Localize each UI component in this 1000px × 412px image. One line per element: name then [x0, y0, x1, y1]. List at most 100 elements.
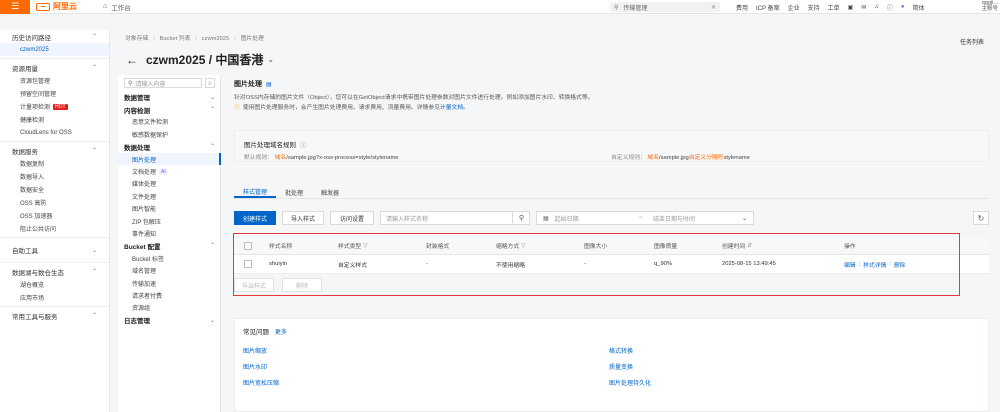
import-style-button[interactable]: 导入样式 — [282, 211, 324, 225]
nav-group-common-tools[interactable]: 常用工具与服务 ⌃ — [0, 309, 109, 322]
nav-item-replication[interactable]: 数据复制 — [0, 157, 109, 170]
chevron-up-icon: ⌃ — [209, 107, 215, 114]
faq-link-compress[interactable]: 图片宽松压缩 — [243, 378, 279, 387]
tab-style-mgmt[interactable]: 样式管理 — [234, 186, 277, 198]
default-rule: 默认规则： 域名/sample.jpg?x-oss-process=style/… — [244, 155, 399, 161]
subnav-group-data-mgmt[interactable]: 数据管理 ⌄ — [118, 91, 221, 103]
subnav-item-event[interactable]: 事件通知 — [118, 227, 221, 239]
access-settings-button[interactable]: 访问设置 — [330, 211, 374, 225]
subnav-item-resource-group[interactable]: 资源组 — [118, 302, 221, 314]
nav-item-reserved-space[interactable]: 预留空间管理 — [0, 87, 109, 100]
chevron-up-icon: ⌃ — [91, 269, 97, 275]
screen-icon[interactable]: ▣ — [848, 4, 854, 11]
language-switch[interactable]: 简体 — [912, 3, 924, 12]
subnav-item-zip[interactable]: ZIP 包解压 — [118, 215, 221, 227]
avatar[interactable]: ● — [901, 4, 905, 10]
nav-group-usage[interactable]: 资源用量 ⌃ — [0, 61, 109, 74]
subnav-group-bucket-config[interactable]: Bucket 配置 ⌃ — [118, 240, 221, 252]
clear-icon[interactable]: ✖ — [711, 4, 716, 11]
nav-group-data-service[interactable]: 数据服务 ⌃ — [0, 144, 109, 157]
top-link-icp[interactable]: ICP 备案 — [756, 3, 780, 12]
top-links: 费用 ICP 备案 企业 支持 工单 ▣ ✉ ♫ ⓘ ● 简体 — [736, 0, 932, 14]
highlight-box — [233, 233, 960, 296]
doc-icon[interactable]: ▤ — [266, 81, 272, 88]
chevron-down-icon: ⌄ — [209, 317, 215, 324]
subnav-group-data-process[interactable]: 数据处理 ⌃ — [118, 141, 221, 153]
date-range-picker[interactable]: ▦ 起始日期 ~ 结束日期与时间 ⌄ — [536, 211, 754, 225]
faq-link-persist[interactable]: 图片处理持久化 — [609, 378, 651, 387]
faq-link-quality[interactable]: 质量变换 — [609, 362, 633, 371]
subnav-item-image-process[interactable]: 图片处理 — [118, 152, 221, 166]
top-link-fee[interactable]: 费用 — [736, 3, 748, 12]
help-icon[interactable]: ⓘ — [887, 3, 893, 12]
style-search-input[interactable]: 请输入样式名称 — [380, 211, 530, 225]
nav-item-cloudlens[interactable]: CloudLens for OSS — [0, 126, 109, 139]
aliyun-logo[interactable]: 阿里云 — [36, 1, 77, 12]
refresh-icon[interactable]: ↻ — [973, 211, 989, 225]
mail-icon[interactable]: ✉ — [861, 4, 866, 11]
top-link-ticket[interactable]: 工单 — [828, 3, 840, 12]
subnav-item-sensitive[interactable]: 敏感数据保护 — [118, 128, 221, 140]
home-icon: ⌂ — [103, 3, 108, 10]
bell-icon[interactable]: ♫ — [874, 4, 879, 10]
subnav-item-file-process[interactable]: 文件处理 — [118, 190, 221, 202]
nav-item-resource-pack[interactable]: 资源包管理 — [0, 74, 109, 87]
subnav-item-doc-process[interactable]: 文档处理 AI — [118, 165, 221, 177]
nav-item-app-market[interactable]: 应用市场 — [0, 291, 109, 304]
top-link-enterprise[interactable]: 企业 — [788, 3, 800, 12]
search-icon: ⚲ — [128, 80, 133, 87]
nav-item-metering[interactable]: 计量项检测 HOT — [0, 100, 109, 113]
nav-item-czwm2025[interactable]: czwm2025 — [0, 43, 109, 56]
subnav-group-content-detect[interactable]: 内容检测 ⌃ — [118, 103, 221, 115]
chevron-up-icon: ⌃ — [209, 243, 215, 250]
faq-more-link[interactable]: 更多 — [275, 330, 287, 336]
warning-icon: ⓘ — [234, 105, 240, 111]
nav-item-accelerator[interactable]: OSS 加速器 — [0, 209, 109, 222]
breadcrumb-bucket[interactable]: czwm2025 — [202, 36, 230, 42]
nav-group-self-tools[interactable]: 自助工具 ⌄ — [0, 240, 109, 260]
subnav-item-bucket-tag[interactable]: Bucket 标签 — [118, 252, 221, 264]
billing-doc-link[interactable]: 计量文档 — [440, 102, 463, 111]
nav-item-security[interactable]: 数据安全 — [0, 183, 109, 196]
subnav-group-log-mgmt[interactable]: 日志管理 ⌄ — [118, 314, 221, 326]
subnav-item-domain[interactable]: 域名管理 — [118, 264, 221, 276]
nav-item-lakehouse[interactable]: 湖仓概览 — [0, 278, 109, 291]
subnav-item-image-ai[interactable]: 图片智能 — [118, 203, 221, 215]
calendar-icon: ▦ — [543, 215, 549, 222]
back-arrow-icon[interactable]: ← — [126, 53, 138, 67]
chevron-down-icon: ⌄ — [741, 215, 747, 222]
subnav-search-input[interactable]: ⚲ 请输入内容 — [124, 78, 202, 88]
search-icon[interactable]: ⚲ — [512, 211, 530, 225]
breadcrumb-oss[interactable]: 对象存储 — [125, 36, 148, 42]
nav-group-ecosystem[interactable]: 数据湖与数仓生态 ⌃ — [0, 265, 109, 278]
global-search-input[interactable]: ⚲ 传输管理 ✖ — [610, 2, 720, 12]
chevron-up-icon: ⌃ — [209, 144, 215, 151]
chevron-down-icon[interactable]: ⌄ — [267, 55, 274, 64]
logo-mark-icon — [36, 2, 50, 11]
nav-item-anti-ddos[interactable]: OSS 高防 — [0, 196, 109, 209]
create-style-button[interactable]: 创建样式 — [234, 211, 276, 225]
subnav-item-requester-pays[interactable]: 请求者付费 — [118, 289, 221, 301]
nav-item-health[interactable]: 健康检测 — [0, 113, 109, 126]
nav-group-history[interactable]: 历史访问路径 ⌃ — [0, 30, 109, 43]
top-link-support[interactable]: 支持 — [808, 3, 820, 12]
tab-batch[interactable]: 批处理 — [276, 186, 312, 198]
divider — [0, 262, 109, 263]
menu-icon[interactable]: ☰ — [0, 0, 30, 14]
hot-badge: HOT — [53, 103, 68, 110]
subnav-item-malware[interactable]: 恶意文件检测 — [118, 116, 221, 128]
task-list-link[interactable]: 任务列表 — [960, 37, 984, 46]
help-icon[interactable]: ⓘ — [300, 142, 307, 149]
faq-link-resize[interactable]: 图片缩放 — [243, 346, 267, 355]
nav-item-import[interactable]: 数据导入 — [0, 170, 109, 183]
star-icon[interactable]: ☆ — [205, 78, 215, 88]
workbench-link[interactable]: ⌂ 工作台 — [103, 2, 131, 12]
nav-item-block-public[interactable]: 阻止公共访问 — [0, 222, 109, 235]
user-info[interactable]: qggji... 主账号 — [981, 0, 998, 12]
subnav-item-media-process[interactable]: 媒体处理 — [118, 178, 221, 190]
subnav-item-acceleration[interactable]: 传输加速 — [118, 277, 221, 289]
tab-trigger[interactable]: 触发器 — [312, 186, 348, 198]
faq-link-watermark[interactable]: 图片水印 — [243, 362, 267, 371]
faq-link-format[interactable]: 格式转换 — [609, 346, 633, 355]
breadcrumb-bucket-list[interactable]: Bucket 列表 — [159, 36, 190, 42]
